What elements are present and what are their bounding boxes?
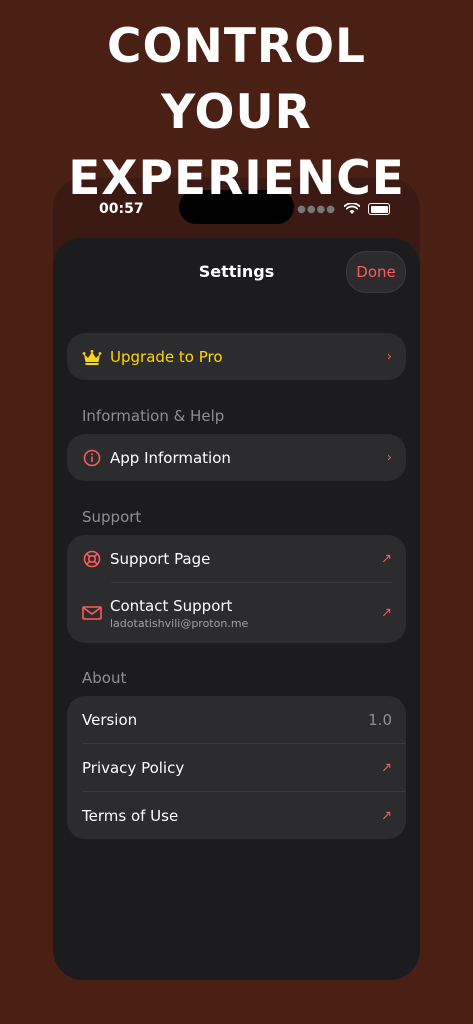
lifebuoy-icon <box>82 549 102 569</box>
info-help-group: App Information › <box>67 434 406 481</box>
support-page-label: Support Page <box>110 549 211 568</box>
external-link-icon: ↗ <box>381 808 392 823</box>
contact-support-text: Contact Support ladotatishvili@proton.me <box>110 597 248 630</box>
external-link-icon: ↗ <box>381 551 392 566</box>
terms-of-use-label: Terms of Use <box>82 806 179 825</box>
headline: CONTROL YOUR EXPERIENCE <box>0 14 473 212</box>
external-link-icon: ↗ <box>381 760 392 775</box>
about-group: Version 1.0 Privacy Policy ↗ Terms of Us… <box>67 696 406 839</box>
section-title-about: About <box>82 669 127 687</box>
upgrade-to-pro-row[interactable]: Upgrade to Pro › <box>67 333 406 380</box>
section-title-info-help: Information & Help <box>82 407 225 425</box>
chevron-right-icon: › <box>386 450 392 465</box>
headline-line-1: CONTROL <box>107 19 366 74</box>
privacy-policy-label: Privacy Policy <box>82 758 185 777</box>
section-title-support: Support <box>82 508 142 526</box>
support-page-row[interactable]: Support Page ↗ <box>67 535 406 582</box>
support-group: Support Page ↗ Contact Support ladotatis… <box>67 535 406 643</box>
settings-sheet: Settings Done Upgrade to Pro › Informati… <box>53 238 420 980</box>
headline-line-2: YOUR <box>161 85 312 140</box>
version-label: Version <box>82 710 138 729</box>
phone-frame: 00:57 ●●●● Settings Done Upgrade to Pro … <box>53 178 420 980</box>
app-information-label: App Information <box>110 448 231 467</box>
external-link-icon: ↗ <box>381 605 392 621</box>
contact-support-label: Contact Support <box>110 596 233 615</box>
version-row: Version 1.0 <box>67 696 406 743</box>
info-icon <box>82 448 102 468</box>
crown-icon <box>82 347 102 367</box>
version-value: 1.0 <box>368 710 392 729</box>
done-button[interactable]: Done <box>346 251 406 293</box>
headline-line-3: EXPERIENCE <box>68 151 405 206</box>
contact-support-email: ladotatishvili@proton.me <box>110 616 249 630</box>
upgrade-label: Upgrade to Pro <box>110 347 223 366</box>
chevron-right-icon: › <box>386 349 392 364</box>
envelope-icon <box>82 603 102 623</box>
terms-of-use-row[interactable]: Terms of Use ↗ <box>67 792 406 839</box>
upgrade-group: Upgrade to Pro › <box>67 333 406 380</box>
privacy-policy-row[interactable]: Privacy Policy ↗ <box>67 744 406 791</box>
app-information-row[interactable]: App Information › <box>67 434 406 481</box>
contact-support-row[interactable]: Contact Support ladotatishvili@proton.me… <box>67 583 406 643</box>
